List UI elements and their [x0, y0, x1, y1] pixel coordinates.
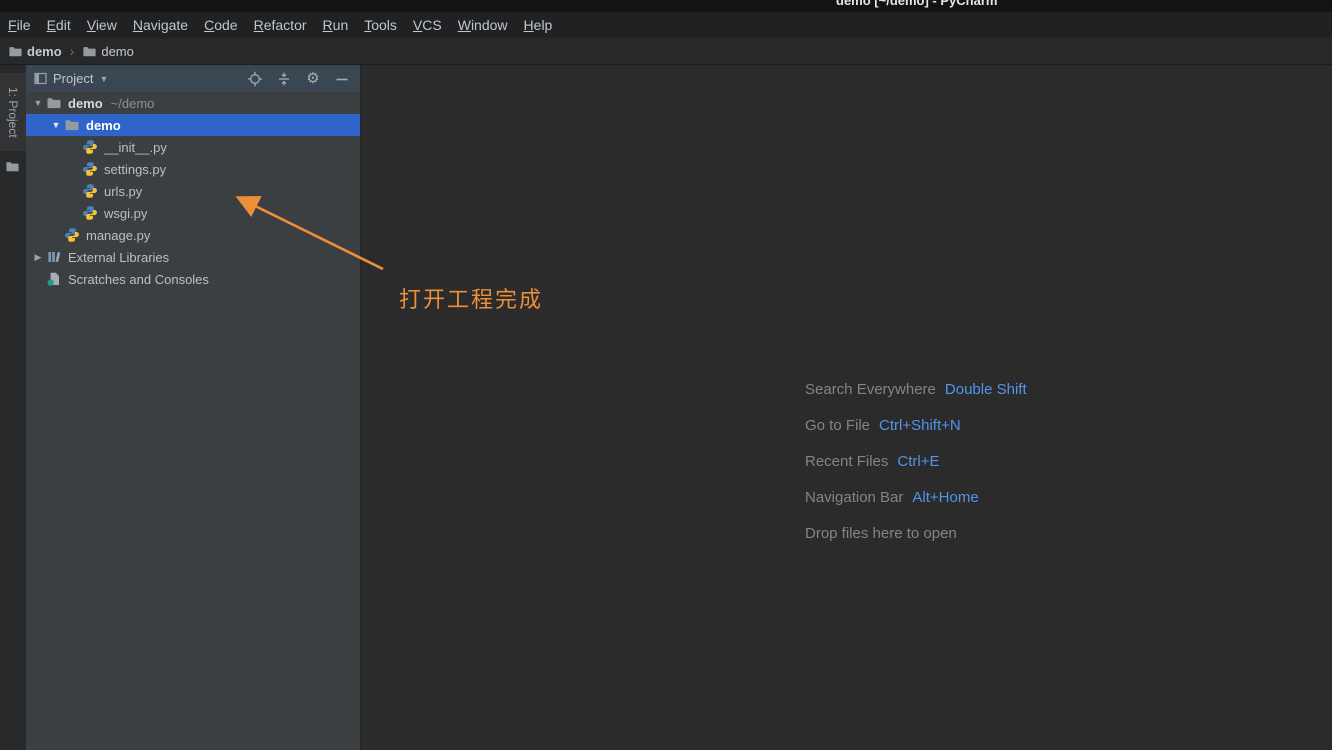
tree-item-external-libraries[interactable]: ▶ External Libraries — [26, 246, 360, 268]
tool-window-button-project[interactable]: 1: Project — [0, 73, 26, 151]
shortcut-hints: Search Everywhere Double Shift Go to Fil… — [805, 371, 1027, 551]
breadcrumb-label: demo — [27, 43, 62, 59]
shortcut-row: Navigation Bar Alt+Home — [805, 479, 1027, 515]
breadcrumb-item-demo[interactable]: demo — [82, 44, 134, 59]
chevron-down-icon[interactable]: ▼ — [99, 74, 108, 84]
project-tree: ▼ demo ~/demo ▼ demo __init__.py setting… — [26, 92, 360, 290]
tree-item-label: manage.py — [86, 227, 151, 243]
menu-code[interactable]: Code — [196, 14, 245, 36]
shortcut-keys: Alt+Home — [912, 488, 979, 506]
chevron-expanded-icon[interactable]: ▼ — [30, 98, 46, 108]
menu-vcs[interactable]: VCS — [405, 14, 450, 36]
tree-item-label: wsgi.py — [104, 205, 148, 221]
collapse-all-icon[interactable] — [276, 71, 292, 87]
python-file-icon — [82, 205, 98, 221]
menu-file[interactable]: File — [0, 14, 39, 36]
shortcut-action: Go to File — [805, 416, 871, 434]
python-file-icon — [82, 139, 98, 155]
shortcut-action: Search Everywhere — [805, 380, 936, 398]
shortcut-action: Drop files here to open — [805, 524, 957, 542]
folder-icon — [82, 44, 97, 59]
tree-item-wsgi-py[interactable]: wsgi.py — [26, 202, 360, 224]
main-area: 1: Project Project ▼ ⚙ ▼ demo ~/demo ▼ d… — [0, 65, 1332, 750]
breadcrumb-item-demo-root[interactable]: demo — [8, 44, 62, 59]
window-title-bar: demo [~/demo] - PyCharm — [0, 0, 1332, 12]
folder-icon — [5, 159, 20, 174]
project-panel-header[interactable]: Project ▼ ⚙ — [26, 65, 360, 92]
menu-view[interactable]: View — [79, 14, 125, 36]
tool-window-button-label: 1: Project — [6, 86, 20, 138]
tree-item-label: Scratches and Consoles — [68, 271, 209, 287]
shortcut-row: Recent Files Ctrl+E — [805, 443, 1027, 479]
shortcut-action: Recent Files — [805, 452, 889, 470]
tree-item-label: demo — [86, 117, 121, 133]
menu-refactor[interactable]: Refactor — [246, 14, 315, 36]
shortcut-keys: Ctrl+E — [897, 452, 940, 470]
locate-icon[interactable] — [247, 71, 263, 87]
tree-item-scratches[interactable]: Scratches and Consoles — [26, 268, 360, 290]
menu-bar: File Edit View Navigate Code Refactor Ru… — [0, 12, 1332, 38]
menu-tools[interactable]: Tools — [356, 14, 405, 36]
shortcut-keys: Ctrl+Shift+N — [879, 416, 961, 434]
project-tool-window: Project ▼ ⚙ ▼ demo ~/demo ▼ demo __init_… — [26, 65, 361, 750]
tree-item-label: External Libraries — [68, 249, 170, 265]
tree-item-label: urls.py — [104, 183, 143, 199]
python-file-icon — [82, 183, 98, 199]
shortcut-keys: Double Shift — [944, 380, 1027, 398]
python-file-icon — [82, 161, 98, 177]
folder-icon — [46, 95, 62, 111]
python-file-icon — [64, 227, 80, 243]
breadcrumb-label: demo — [101, 43, 134, 59]
project-panel-icon — [34, 72, 47, 85]
tree-item-demo-root[interactable]: ▼ demo ~/demo — [26, 92, 360, 114]
hide-panel-icon[interactable] — [334, 71, 350, 87]
shortcut-row: Drop files here to open — [805, 515, 1027, 551]
tree-item-urls-py[interactable]: urls.py — [26, 180, 360, 202]
external-libraries-icon — [46, 249, 62, 265]
scratches-consoles-icon — [46, 271, 62, 287]
shortcut-row: Search Everywhere Double Shift — [805, 371, 1027, 407]
tree-item-path-suffix: ~/demo — [110, 95, 155, 111]
breadcrumb-separator-icon: › — [69, 43, 75, 59]
project-panel-title: Project — [53, 71, 94, 86]
settings-gear-icon[interactable]: ⚙ — [305, 70, 321, 87]
editor-empty-area[interactable]: 打开工程完成 Search Everywhere Double Shift Go… — [361, 65, 1332, 750]
navigation-bar: demo › demo — [0, 38, 1332, 65]
menu-help[interactable]: Help — [516, 14, 561, 36]
menu-edit[interactable]: Edit — [39, 14, 79, 36]
menu-navigate[interactable]: Navigate — [125, 14, 196, 36]
chevron-expanded-icon[interactable]: ▼ — [48, 120, 64, 130]
folder-icon — [64, 117, 80, 133]
tree-item-label: settings.py — [104, 161, 167, 177]
folder-icon — [8, 44, 23, 59]
shortcut-row: Go to File Ctrl+Shift+N — [805, 407, 1027, 443]
tree-item-settings-py[interactable]: settings.py — [26, 158, 360, 180]
tree-item-init-py[interactable]: __init__.py — [26, 136, 360, 158]
shortcut-action: Navigation Bar — [805, 488, 904, 506]
tree-item-label: __init__.py — [104, 139, 167, 155]
left-tool-strip: 1: Project — [0, 65, 26, 750]
menu-window[interactable]: Window — [450, 14, 516, 36]
annotation-text: 打开工程完成 — [399, 287, 544, 312]
chevron-collapsed-icon[interactable]: ▶ — [30, 252, 46, 263]
tree-item-label: demo — [68, 95, 103, 111]
window-title: demo [~/demo] - PyCharm — [836, 0, 998, 8]
tree-item-manage-py[interactable]: manage.py — [26, 224, 360, 246]
tree-item-demo-package[interactable]: ▼ demo — [26, 114, 360, 136]
menu-run[interactable]: Run — [315, 14, 357, 36]
